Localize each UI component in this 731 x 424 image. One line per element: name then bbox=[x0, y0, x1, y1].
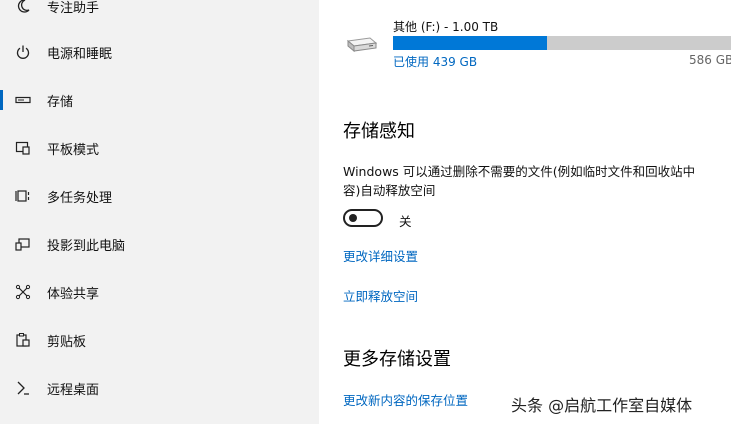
shared-experiences-icon bbox=[14, 283, 32, 301]
settings-sidebar: 专注助手 电源和睡眠 存储 平板模式 多任务处理 投影到此电脑 体验共享 剪贴板… bbox=[0, 0, 319, 424]
sidebar-item-label: 远程桌面 bbox=[47, 382, 100, 398]
sidebar-item-label: 剪贴板 bbox=[47, 334, 87, 350]
change-detailed-settings-link[interactable]: 更改详细设置 bbox=[343, 246, 418, 265]
watermark-text: 头条 @启航工作室自媒体 bbox=[511, 396, 693, 415]
storage-sense-description-line: 容)自动释放空间 bbox=[343, 183, 436, 198]
sidebar-item-clipboard[interactable]: 剪贴板 bbox=[0, 320, 319, 360]
storage-sense-description-line: Windows 可以通过删除不需要的文件(例如临时文件和回收站中 bbox=[343, 164, 696, 179]
sidebar-item-label: 多任务处理 bbox=[47, 190, 113, 206]
clipboard-icon bbox=[14, 331, 32, 349]
sidebar-item-label: 存储 bbox=[47, 94, 74, 110]
project-icon bbox=[14, 235, 32, 253]
moon-icon bbox=[14, 0, 32, 15]
storage-sense-toggle-label: 关 bbox=[399, 214, 412, 229]
sidebar-item-tablet-mode[interactable]: 平板模式 bbox=[0, 128, 319, 168]
sidebar-item-shared-experiences[interactable]: 体验共享 bbox=[0, 272, 319, 312]
tablet-mode-icon bbox=[14, 139, 32, 157]
drive-icon bbox=[345, 34, 379, 56]
drive-used-label: 已使用 439 GB bbox=[393, 55, 478, 69]
free-up-space-now-link[interactable]: 立即释放空间 bbox=[343, 286, 418, 305]
storage-settings-panel: 其他 (F:) - 1.00 TB 已使用 439 GB 586 GB 存储感知… bbox=[319, 0, 731, 424]
sidebar-item-label: 电源和睡眠 bbox=[47, 46, 113, 62]
storage-sense-description: Windows 可以通过删除不需要的文件(例如临时文件和回收站中 容)自动释放空… bbox=[343, 162, 731, 200]
sidebar-item-label: 平板模式 bbox=[47, 142, 100, 158]
sidebar-item-storage[interactable]: 存储 bbox=[0, 80, 319, 120]
toggle-knob bbox=[349, 214, 357, 222]
drive-usage-fill bbox=[393, 36, 547, 50]
drive-name: 其他 (F:) - 1.00 TB bbox=[393, 20, 499, 34]
sidebar-item-label: 专注助手 bbox=[47, 0, 100, 16]
sidebar-item-multitasking[interactable]: 多任务处理 bbox=[0, 176, 319, 216]
drive-usage-bar bbox=[393, 36, 731, 50]
selected-indicator bbox=[0, 90, 3, 110]
drive-free-label: 586 GB bbox=[689, 53, 731, 67]
power-icon bbox=[14, 43, 32, 61]
change-save-location-link[interactable]: 更改新内容的保存位置 bbox=[343, 390, 468, 409]
sidebar-item-label: 体验共享 bbox=[47, 286, 100, 302]
sidebar-item-focus-assist[interactable]: 专注助手 bbox=[0, 0, 319, 26]
sidebar-item-label: 投影到此电脑 bbox=[47, 238, 126, 254]
multitasking-icon bbox=[14, 187, 32, 205]
storage-sense-title: 存储感知 bbox=[343, 121, 415, 142]
more-storage-settings-title: 更多存储设置 bbox=[343, 349, 451, 370]
sidebar-item-power-sleep[interactable]: 电源和睡眠 bbox=[0, 32, 319, 72]
remote-desktop-icon bbox=[14, 379, 32, 397]
storage-sense-toggle[interactable] bbox=[343, 209, 383, 227]
storage-icon bbox=[14, 91, 32, 109]
sidebar-item-project-to-pc[interactable]: 投影到此电脑 bbox=[0, 224, 319, 264]
sidebar-item-remote-desktop[interactable]: 远程桌面 bbox=[0, 368, 319, 408]
